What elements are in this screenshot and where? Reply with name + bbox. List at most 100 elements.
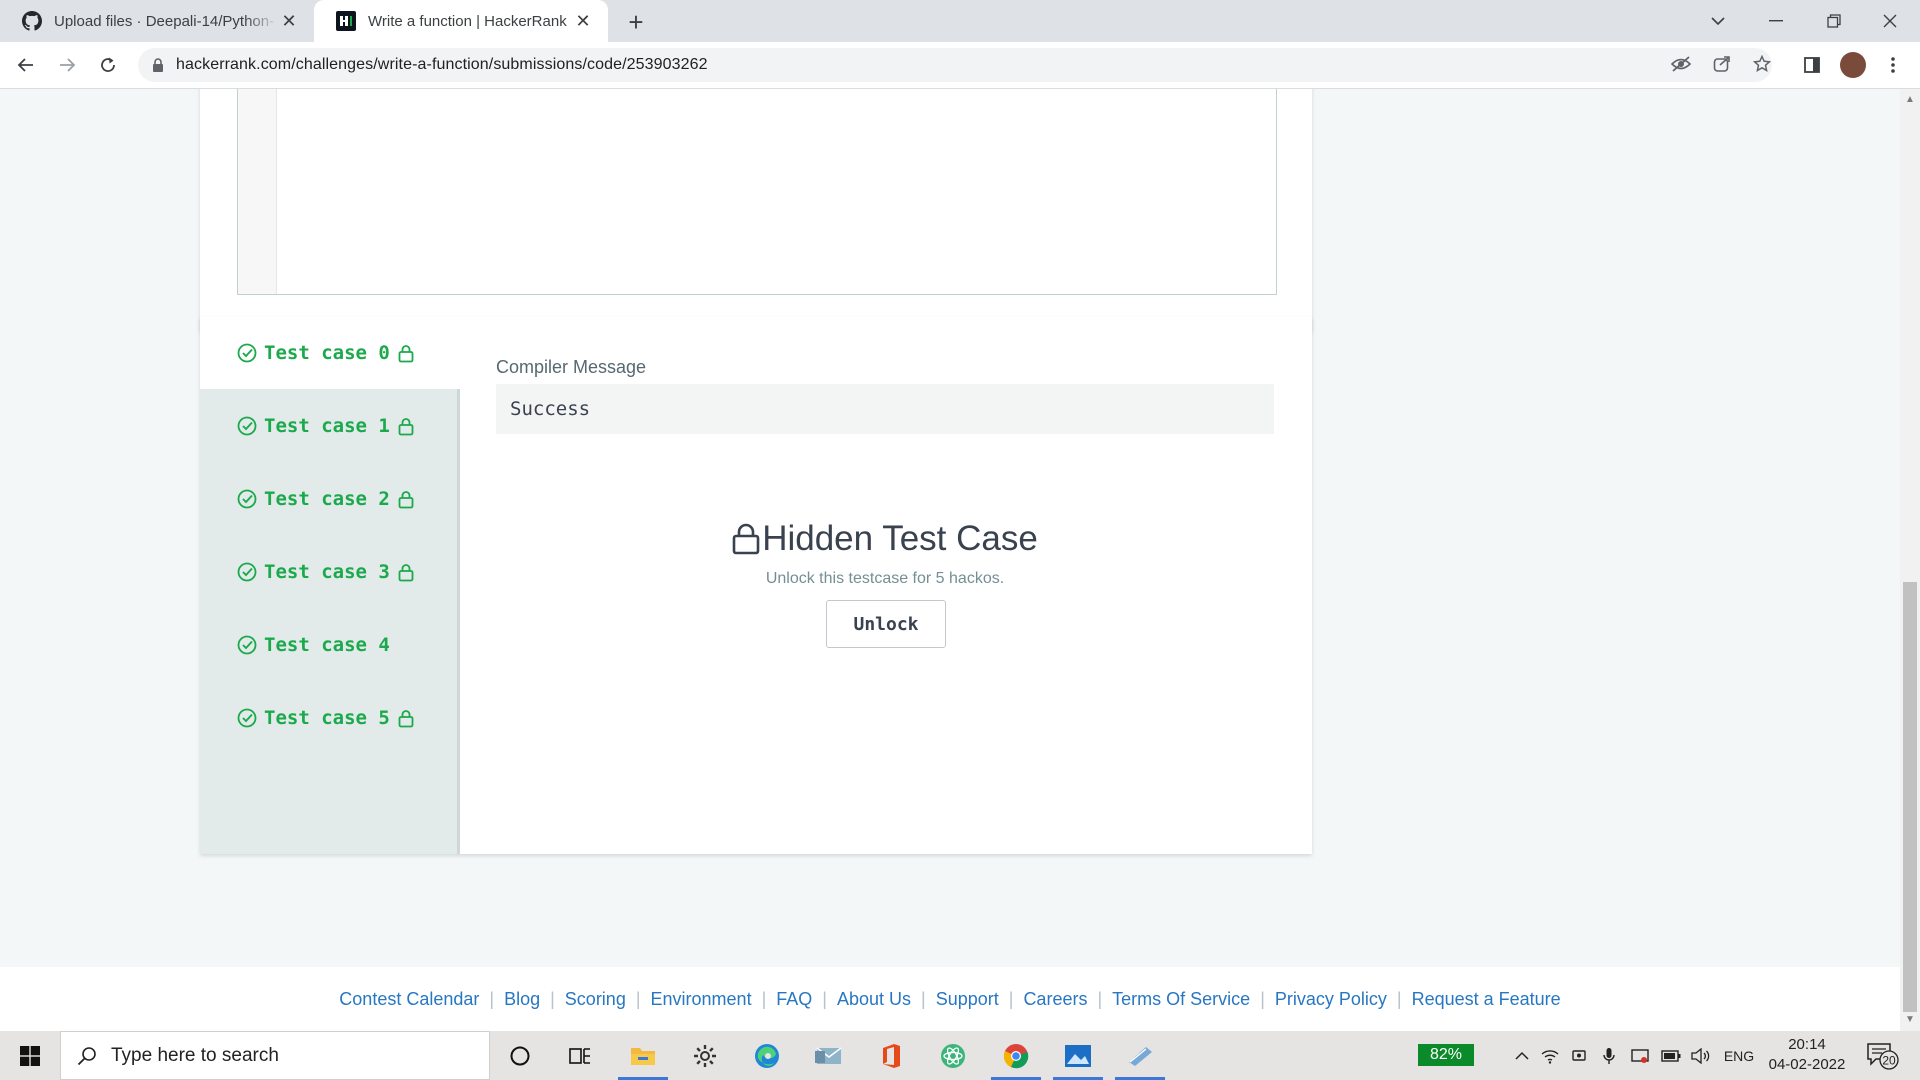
tab-github[interactable]: Upload files · Deepali-14/Python- ✕ xyxy=(0,0,314,42)
eye-off-icon[interactable] xyxy=(1668,51,1694,77)
hidden-test-case-title: Hidden Test Case xyxy=(762,519,1038,558)
back-icon[interactable] xyxy=(12,51,40,79)
webcam-icon[interactable] xyxy=(1568,1031,1590,1080)
profile-avatar[interactable] xyxy=(1838,50,1868,80)
footer-link-privacy[interactable]: Privacy Policy xyxy=(1275,989,1387,1010)
test-case-label: Test case 5 xyxy=(264,707,390,729)
search-icon xyxy=(77,1046,96,1065)
compiler-message-text: Success xyxy=(510,398,591,420)
test-case-tab-0[interactable]: Test case 0 xyxy=(200,317,458,389)
footer-link-careers[interactable]: Careers xyxy=(1023,989,1087,1010)
footer-link-faq[interactable]: FAQ xyxy=(776,989,812,1010)
test-case-tab-3[interactable]: Test case 3 xyxy=(200,536,458,608)
lock-icon xyxy=(398,344,414,362)
test-case-tab-2[interactable]: Test case 2 xyxy=(200,463,458,535)
lock-icon xyxy=(398,490,414,508)
footer-link-environment[interactable]: Environment xyxy=(651,989,752,1010)
separator: | xyxy=(635,988,641,1009)
minimize-icon[interactable] xyxy=(1748,0,1804,42)
test-case-tab-1[interactable]: Test case 1 xyxy=(200,390,458,462)
tab-search-icon[interactable] xyxy=(1690,0,1746,42)
chrome-browser-icon[interactable] xyxy=(987,1031,1045,1080)
notification-center-icon[interactable]: 20 xyxy=(1866,1041,1900,1071)
side-panel-icon[interactable] xyxy=(1797,50,1827,80)
display-icon[interactable] xyxy=(1628,1031,1652,1080)
browser-toolbar: hackerrank.com/challenges/write-a-functi… xyxy=(0,42,1920,89)
footer-link-contest-calendar[interactable]: Contest Calendar xyxy=(339,989,479,1010)
separator: | xyxy=(1097,988,1103,1009)
edge-browser-icon[interactable] xyxy=(738,1031,796,1080)
github-icon xyxy=(22,11,42,31)
check-circle-icon xyxy=(237,708,257,728)
separator: | xyxy=(822,988,827,1009)
close-window-icon[interactable] xyxy=(1862,0,1918,42)
photos-app-icon[interactable] xyxy=(1049,1031,1107,1080)
settings-gear-icon[interactable] xyxy=(676,1031,734,1080)
check-circle-icon xyxy=(237,416,257,436)
mail-app-icon[interactable] xyxy=(800,1031,858,1080)
footer-link-blog[interactable]: Blog xyxy=(504,989,540,1010)
browser-menu-icon[interactable] xyxy=(1878,50,1908,80)
forward-icon[interactable] xyxy=(53,51,81,79)
restore-icon[interactable] xyxy=(1806,0,1862,42)
test-case-label: Test case 2 xyxy=(264,488,390,510)
url-text: hackerrank.com/challenges/write-a-functi… xyxy=(176,56,708,73)
new-tab-button[interactable]: + xyxy=(622,7,650,37)
separator: | xyxy=(489,988,495,1009)
cortana-icon[interactable] xyxy=(491,1031,549,1080)
wifi-icon[interactable] xyxy=(1538,1031,1562,1080)
scrollbar-thumb[interactable] xyxy=(1903,582,1917,1012)
unlock-button[interactable]: Unlock xyxy=(826,600,946,648)
windows-start-icon[interactable] xyxy=(0,1031,60,1080)
test-case-label: Test case 3 xyxy=(264,561,390,583)
separator: | xyxy=(550,988,555,1009)
snipping-tool-icon[interactable] xyxy=(1111,1031,1169,1080)
separator: | xyxy=(1008,988,1014,1009)
code-editor[interactable] xyxy=(237,89,1277,295)
test-case-label: Test case 1 xyxy=(264,415,390,437)
volume-icon[interactable] xyxy=(1688,1031,1714,1080)
notification-count: 20 xyxy=(1882,1054,1896,1068)
close-tab-icon[interactable]: ✕ xyxy=(278,10,300,32)
windows-taskbar: Type here to search 82% ENG 20:14 04-02-… xyxy=(0,1031,1920,1080)
hackerrank-icon xyxy=(336,11,356,31)
atom-editor-icon[interactable] xyxy=(924,1031,982,1080)
taskbar-search-box[interactable]: Type here to search xyxy=(60,1031,490,1080)
check-circle-icon xyxy=(237,489,257,509)
battery-indicator[interactable]: 82% xyxy=(1418,1044,1474,1066)
language-indicator[interactable]: ENG xyxy=(1720,1031,1758,1080)
file-explorer-icon[interactable] xyxy=(614,1031,672,1080)
show-hidden-icons-icon[interactable] xyxy=(1510,1031,1534,1080)
footer-link-request-feature[interactable]: Request a Feature xyxy=(1412,989,1561,1010)
lock-icon xyxy=(732,523,760,555)
task-view-icon[interactable] xyxy=(551,1031,609,1080)
language-text: ENG xyxy=(1723,1047,1755,1064)
bookmark-star-icon[interactable] xyxy=(1749,51,1775,77)
footer-link-about-us[interactable]: About Us xyxy=(837,989,911,1010)
separator: | xyxy=(1396,988,1402,1009)
reload-icon[interactable] xyxy=(94,51,122,79)
lock-icon xyxy=(398,417,414,435)
separator: | xyxy=(1260,988,1265,1009)
test-case-tab-5[interactable]: Test case 5 xyxy=(200,682,458,754)
lock-icon xyxy=(398,563,414,581)
office-icon[interactable] xyxy=(862,1031,920,1080)
share-icon[interactable] xyxy=(1709,51,1735,77)
browser-tab-strip: Upload files · Deepali-14/Python- ✕ Writ… xyxy=(0,0,1920,42)
microphone-icon[interactable] xyxy=(1598,1031,1620,1080)
tab-hackerrank[interactable]: Write a function | HackerRank ✕ xyxy=(314,0,608,42)
address-bar[interactable]: hackerrank.com/challenges/write-a-functi… xyxy=(138,48,1772,82)
scroll-up-arrow[interactable]: ▲ xyxy=(1904,94,1916,106)
check-circle-icon xyxy=(237,562,257,582)
footer-link-support[interactable]: Support xyxy=(936,989,999,1010)
page-content: Test case 0 Test case 1 Test case 2 Test… xyxy=(0,89,1900,1031)
test-case-tab-4[interactable]: Test case 4 xyxy=(200,609,458,681)
scroll-down-arrow[interactable]: ▼ xyxy=(1904,1014,1916,1026)
taskbar-clock[interactable]: 20:14 04-02-2022 xyxy=(1764,1035,1850,1075)
close-tab-icon[interactable]: ✕ xyxy=(572,10,594,32)
separator: | xyxy=(761,988,767,1009)
battery-icon[interactable] xyxy=(1658,1031,1684,1080)
footer-link-scoring[interactable]: Scoring xyxy=(565,989,626,1010)
tab-title: Write a function | HackerRank xyxy=(368,12,567,30)
footer-link-terms[interactable]: Terms Of Service xyxy=(1112,989,1250,1010)
